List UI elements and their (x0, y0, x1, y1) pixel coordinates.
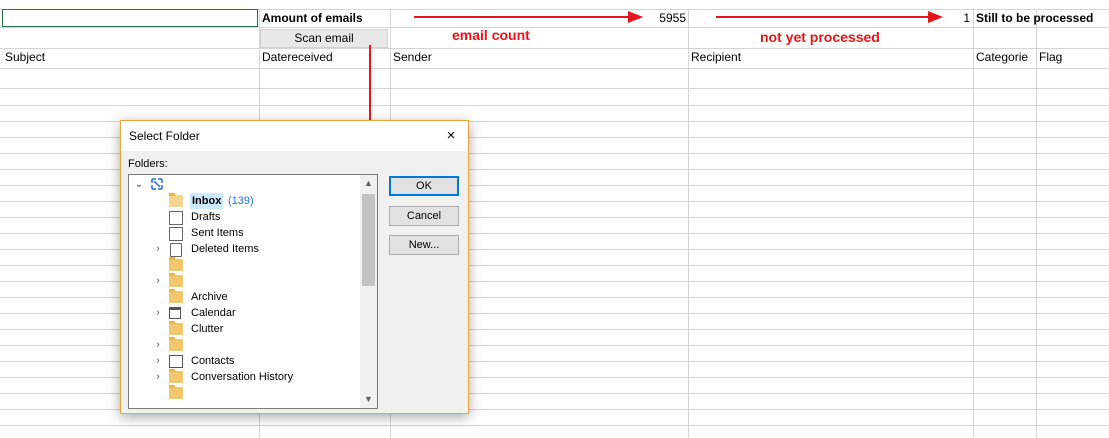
exchange-account-icon[interactable] (150, 177, 164, 191)
tree-item-label: Deleted Items (191, 243, 259, 255)
tree-scrollbar[interactable]: ▲ ▼ (360, 175, 377, 408)
chevron-right-icon[interactable]: › (153, 241, 163, 257)
sent-items-icon (169, 227, 183, 241)
dialog-title-bar[interactable]: Select Folder × (121, 121, 468, 151)
arrowhead-icon (628, 11, 643, 23)
tree-item-label: Sent Items (191, 227, 244, 239)
close-icon[interactable]: × (438, 124, 464, 148)
chevron-down-icon[interactable]: ⌄ (134, 177, 144, 193)
tree-item-label: Archive (191, 291, 228, 303)
folder-icon (169, 337, 183, 351)
dialog-title: Select Folder (129, 129, 200, 143)
contacts-icon (169, 355, 183, 368)
chevron-right-icon[interactable]: › (153, 305, 163, 321)
select-folder-dialog: Select Folder × Folders: ⌄ Inbox (139) D… (120, 120, 469, 414)
folders-label: Folders: (128, 158, 168, 170)
tree-item-label: Drafts (191, 211, 221, 223)
folder-icon (169, 273, 183, 287)
new-folder-button[interactable]: New... (389, 235, 459, 255)
tree-item-label: Inbox (190, 193, 224, 209)
folder-tree[interactable]: ⌄ Inbox (139) Drafts Sent Items › Delete… (128, 174, 378, 409)
chevron-right-icon[interactable]: › (153, 353, 163, 369)
tree-item-label: Calendar (191, 307, 236, 319)
cancel-button[interactable]: Cancel (389, 206, 459, 226)
ok-button[interactable]: OK (389, 176, 459, 196)
arrowhead-icon (928, 11, 943, 23)
tree-item-label: Contacts (191, 355, 235, 367)
folder-icon (169, 289, 183, 303)
calendar-icon (169, 307, 181, 319)
scroll-down-icon[interactable]: ▼ (360, 391, 377, 408)
folder-icon (169, 257, 183, 271)
tree-item-label: Conversation History (191, 371, 294, 383)
unread-count: (139) (228, 195, 254, 207)
drafts-icon (169, 211, 183, 225)
folder-icon (169, 385, 183, 399)
folder-icon (169, 321, 183, 335)
scrollbar-thumb[interactable] (362, 194, 375, 286)
folder-icon (169, 369, 183, 383)
chevron-right-icon[interactable]: › (153, 273, 163, 289)
chevron-right-icon[interactable]: › (153, 337, 163, 353)
inbox-icon (169, 193, 183, 207)
scroll-up-icon[interactable]: ▲ (360, 175, 377, 192)
chevron-right-icon[interactable]: › (153, 369, 163, 385)
trash-icon (170, 243, 182, 257)
tree-item-label: Clutter (191, 323, 224, 335)
